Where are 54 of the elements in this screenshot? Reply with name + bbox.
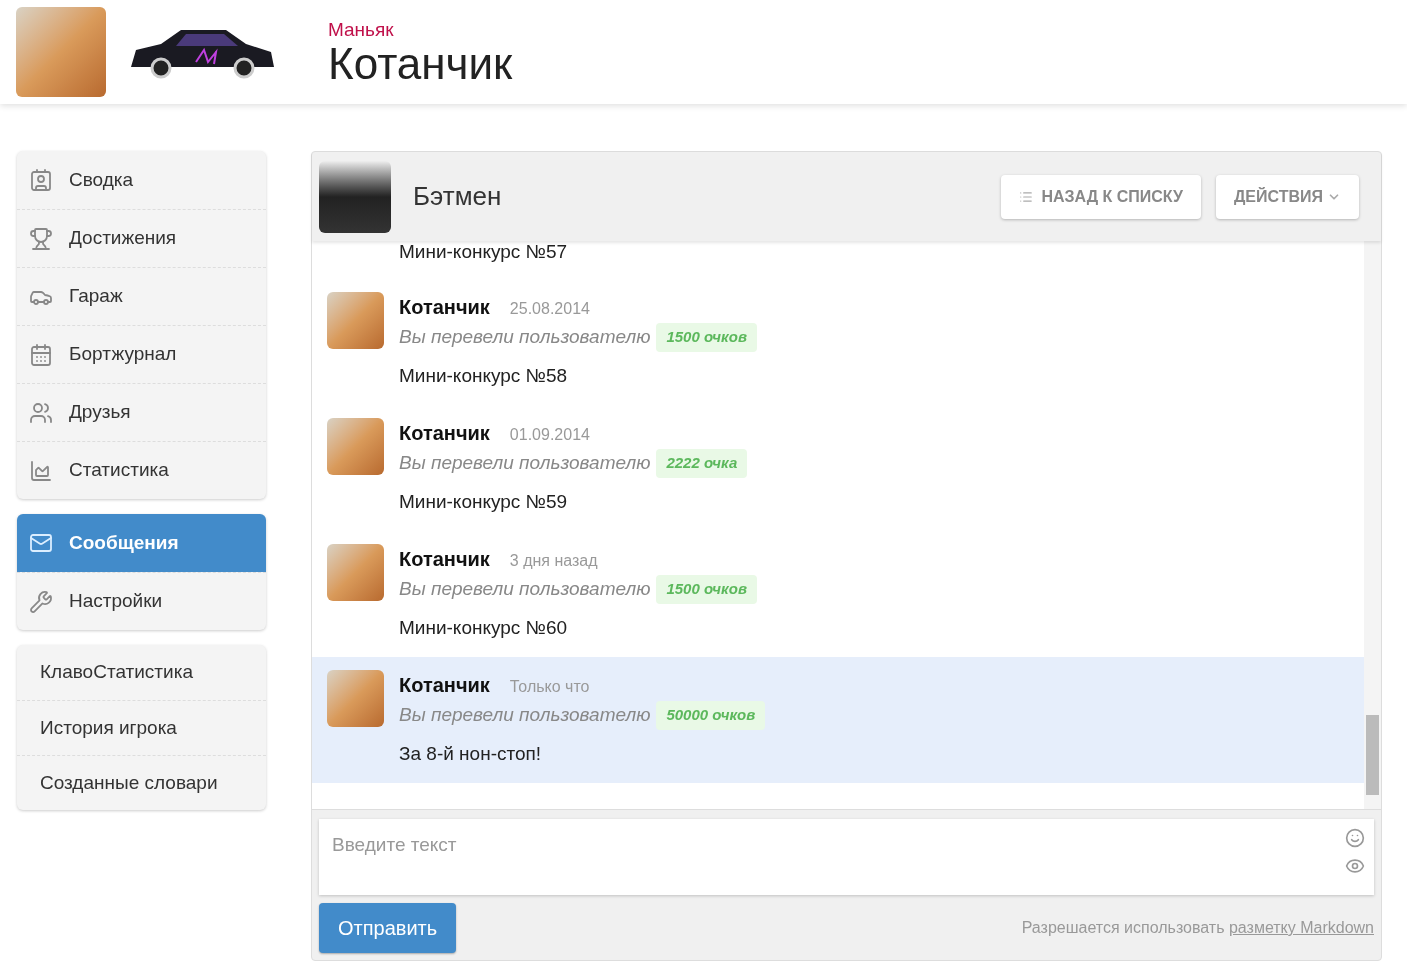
area-chart-icon [29,458,53,483]
transfer-note: Вы перевели пользователю [399,703,651,727]
message-author: Котанчик [399,673,490,698]
actions-button[interactable]: ДЕЙСТВИЯ [1215,174,1359,219]
calendar-icon [29,342,53,367]
sidebar-item[interactable]: КлавоСтатистика [17,645,266,700]
scrollbar[interactable] [1364,241,1381,809]
sidebar-item[interactable]: Достижения [17,209,266,267]
username-title: Котанчик [328,41,513,86]
sidebar-item[interactable]: Гараж [17,267,266,325]
wrench-icon [29,589,53,614]
trophy-icon [29,226,53,251]
transfer-note: Вы перевели пользователю [399,577,651,601]
sidebar-item[interactable]: История игрока [17,700,266,755]
message-author: Котанчик [399,547,490,572]
message-author: Котанчик [399,421,490,446]
eye-icon[interactable] [1345,856,1365,876]
users-icon [29,400,53,425]
message-text: Мини-конкурс №57 [399,241,568,263]
conversation-title: Бэтмен [413,180,502,213]
sidebar-item[interactable]: Бортжурнал [17,325,266,383]
points-badge: 1500 очков [656,323,757,352]
avatar-photo-placeholder [327,292,384,349]
sidebar-item[interactable]: Друзья [17,383,266,441]
sidebar-item[interactable]: Созданные словари [17,755,266,810]
avatar-photo-placeholder [327,418,384,475]
profile-card-icon [29,168,53,192]
markdown-hint: Разрешается использовать разметку Markdown [1021,918,1374,938]
smiley-icon[interactable] [1345,828,1365,848]
user-rank: Маньяк [328,18,395,42]
message-text: Мини-конкурс №58 [399,363,569,388]
send-button[interactable]: Отправить [319,903,457,953]
message-text: Мини-конкурс №60 [399,615,569,640]
avatar-photo-placeholder [327,544,384,601]
sidebar-item[interactable]: Настройки [17,572,266,630]
message-time: 3 дня назад [509,551,598,571]
sidebar-item[interactable]: Сводка [17,151,266,209]
points-badge: 2222 очка [656,449,748,478]
points-badge: 1500 очков [656,575,757,604]
message-text: За 8-й нон-стоп! [399,741,543,766]
points-badge: 50000 очков [656,701,766,730]
sidebar-item[interactable]: Сообщения [17,514,266,572]
message-time: 01.09.2014 [509,425,590,445]
message-text: Мини-конкурс №59 [399,489,569,514]
message-author: Котанчик [399,295,490,320]
transfer-note: Вы перевели пользователю [399,325,651,349]
message-time: Только что [509,677,590,697]
transfer-note: Вы перевели пользователю [399,451,651,475]
message-time: 25.08.2014 [509,299,590,319]
back-to-list-button[interactable]: НАЗАД К СПИСКУ [1001,174,1201,219]
list-icon [1019,189,1034,204]
envelope-icon [29,531,53,555]
avatar-photo-placeholder [327,670,384,727]
sidebar-item[interactable]: Статистика [17,441,266,499]
